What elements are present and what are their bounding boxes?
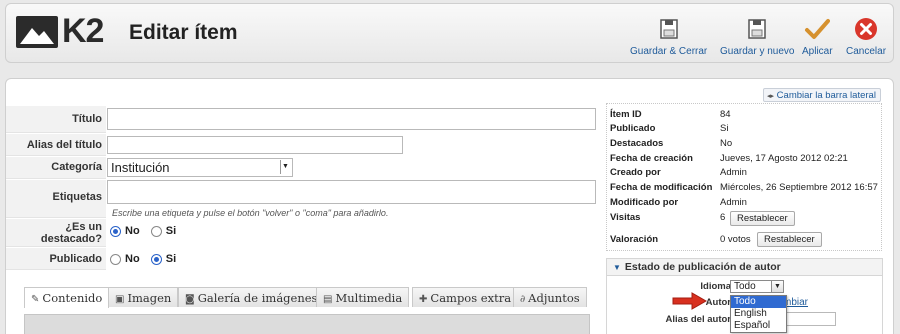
- toggle-arrows-icon: ◂▸: [767, 93, 775, 100]
- featured-radio-group: No Si: [110, 225, 184, 237]
- tab-imagen[interactable]: ▣ Imagen: [108, 287, 179, 307]
- chevron-down-icon: ▼: [771, 281, 783, 292]
- published-yes-radio[interactable]: [150, 253, 162, 265]
- language-label: Idioma: [700, 281, 731, 292]
- info-value: Si: [720, 123, 729, 134]
- author-alias-label: Alias del autor: [665, 314, 731, 325]
- tab-label: Multimedia: [335, 291, 403, 305]
- info-value: Admin: [720, 197, 747, 208]
- featured-no-radio[interactable]: [110, 225, 121, 237]
- tab-campos-extra[interactable]: ✚ Campos extra: [412, 287, 519, 307]
- mountain-logo-icon: [16, 16, 58, 48]
- language-option[interactable]: English: [731, 308, 786, 320]
- published-radio-group: No Si: [110, 253, 184, 265]
- author-publishing-title: Estado de publicación de autor: [624, 261, 781, 273]
- toggle-sidebar-label: Cambiar la barra lateral: [776, 90, 876, 101]
- info-value: No: [720, 138, 733, 149]
- tab-contenido[interactable]: ✎ Contenido: [24, 287, 110, 308]
- info-value: 6: [720, 212, 726, 223]
- red-arrow-icon: [672, 292, 708, 310]
- title-input[interactable]: [107, 108, 596, 130]
- tab-label: Imagen: [127, 291, 172, 305]
- logo-text: K2: [62, 12, 104, 50]
- apply-label: Aplicar: [802, 46, 833, 57]
- tab-content-area: [24, 314, 590, 334]
- category-select[interactable]: Institución ▼: [107, 158, 293, 177]
- film-icon: ▤: [323, 294, 333, 305]
- camera-icon: ◙: [185, 294, 195, 305]
- language-select-value: Todo: [734, 281, 756, 292]
- tab-multimedia[interactable]: ▤ Multimedia: [316, 287, 410, 307]
- info-key: Creado por: [610, 167, 661, 178]
- info-key: Ítem ID: [610, 109, 642, 120]
- chevron-down-icon: ▼: [280, 160, 290, 174]
- save-close-button[interactable]: Guardar & Cerrar: [630, 16, 707, 57]
- save-new-label: Guardar y nuevo: [720, 46, 795, 57]
- tab-label: Galería de imágenes: [197, 291, 318, 305]
- category-label: Categoría: [51, 161, 102, 173]
- image-icon: ▣: [115, 294, 125, 305]
- triangle-down-icon: ▼: [613, 263, 621, 272]
- language-select[interactable]: Todo ▼: [730, 280, 784, 293]
- check-icon: [804, 16, 831, 42]
- save-icon: [656, 16, 682, 42]
- save-close-label: Guardar & Cerrar: [630, 46, 708, 57]
- k2-logo: K2: [16, 12, 108, 52]
- published-label: Publicado: [49, 253, 102, 265]
- published-no-label: No: [125, 253, 140, 266]
- language-option[interactable]: Español: [731, 320, 786, 332]
- cancel-button[interactable]: Cancelar: [846, 16, 886, 57]
- alias-input[interactable]: [107, 136, 403, 154]
- save-new-button[interactable]: Guardar y nuevo: [720, 16, 795, 57]
- published-yes-label: Si: [165, 253, 177, 266]
- reset-hits-button[interactable]: Restablecer: [730, 211, 795, 226]
- tags-label: Etiquetas: [52, 191, 102, 203]
- info-value: Miércoles, 26 Septiembre 2012 16:57: [720, 182, 878, 193]
- info-key: Modificado por: [610, 197, 679, 208]
- cancel-label: Cancelar: [846, 46, 887, 57]
- tab-label: Contenido: [42, 291, 103, 305]
- page-title: Editar ítem: [129, 21, 238, 44]
- info-value: Admin: [720, 167, 747, 178]
- author-publishing-header[interactable]: ▼ Estado de publicación de autor: [607, 259, 882, 276]
- save-icon: [744, 16, 770, 42]
- category-value: Institución: [111, 160, 170, 175]
- paperclip-icon: ∂: [520, 294, 526, 305]
- reset-rating-button[interactable]: Restablecer: [757, 232, 822, 247]
- published-no-radio[interactable]: [110, 253, 121, 265]
- featured-no-label: No: [125, 225, 140, 238]
- apply-button[interactable]: Aplicar: [802, 16, 833, 57]
- info-value: 0 votos: [720, 234, 751, 245]
- title-label: Título: [72, 113, 102, 125]
- tab-label: Campos extra: [430, 291, 512, 305]
- info-key: Valoración: [610, 234, 659, 245]
- author-label: Autor: [705, 297, 731, 308]
- tags-input[interactable]: [107, 180, 596, 204]
- info-value: Jueves, 17 Agosto 2012 02:21: [720, 153, 848, 164]
- info-key: Destacados: [610, 138, 664, 149]
- alias-label: Alias del título: [26, 139, 102, 151]
- info-key: Fecha de modificación: [610, 182, 713, 193]
- tab-label: Adjuntos: [528, 291, 580, 305]
- tab-galeria[interactable]: ◙ Galería de imágenes: [178, 287, 325, 307]
- edit-icon: ✎: [31, 294, 40, 305]
- tab-adjuntos[interactable]: ∂ Adjuntos: [513, 287, 587, 307]
- featured-yes-radio[interactable]: [150, 225, 162, 237]
- info-key: Visitas: [610, 212, 641, 223]
- item-info-box: Ítem ID 84 Publicado Si Destacados No Fecha…: [606, 103, 882, 251]
- page-header: K2 Editar ítem Guardar & Cerrar Guardar …: [5, 3, 894, 63]
- info-value: 84: [720, 109, 731, 120]
- featured-label: ¿Es un destacado?: [40, 221, 102, 245]
- language-dropdown: Todo English Español: [730, 295, 787, 333]
- info-key: Publicado: [610, 123, 656, 134]
- info-key: Fecha de creación: [610, 153, 693, 164]
- cancel-icon: [853, 16, 879, 42]
- featured-yes-label: Si: [165, 225, 177, 238]
- language-option[interactable]: Todo: [731, 296, 786, 308]
- tags-hint: Escribe una etiqueta y pulse el botón "v…: [112, 208, 389, 218]
- toggle-sidebar-button[interactable]: ◂▸ Cambiar la barra lateral: [763, 88, 881, 102]
- puzzle-icon: ✚: [419, 294, 428, 305]
